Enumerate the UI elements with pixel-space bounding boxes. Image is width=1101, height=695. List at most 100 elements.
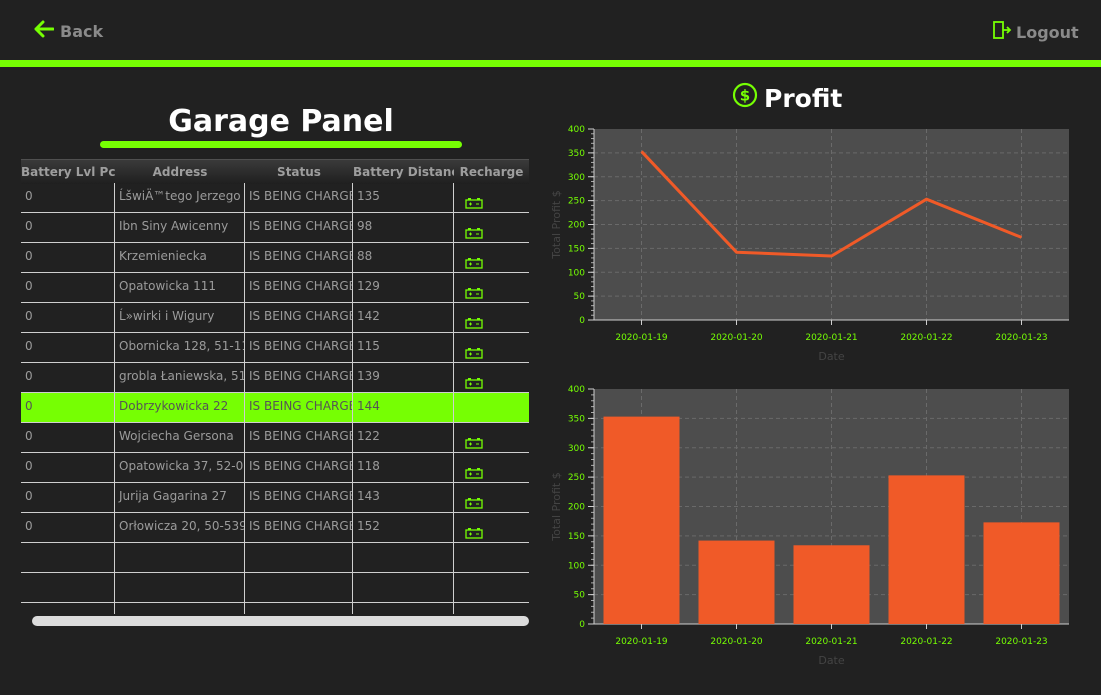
cell-address: Ibn Siny Awicenny [115,213,245,242]
battery-icon[interactable] [465,522,483,542]
garage-table: Battery Lvl Pct Address Status Battery Dist… [21,159,529,614]
garage-panel-title: Garage Panel [168,104,394,139]
back-label: Back [60,21,104,41]
table-row[interactable]: 0Jurija Gagarina 27IS BEING CHARGED143 [21,483,529,513]
x-axis-title: Date [818,350,845,363]
x-axis-title: Date [818,654,845,667]
profit-line-chart: 0 50 100 150 200 250 300 350 400 2020-01-19 2020-0… [550,125,1069,363]
battery-icon[interactable] [465,372,483,392]
battery-icon[interactable] [465,462,483,482]
cell-address: Ĺ»wirki i Wigury [115,303,245,332]
empty-cell [245,543,353,572]
arrow-left-icon [34,20,55,42]
y-tick-label: 100 [568,561,585,571]
cell-recharge [454,363,529,392]
cell-status: IS BEING CHARGED [245,483,353,512]
horizontal-scrollbar[interactable] [32,616,529,626]
x-tick-label: 2020-01-22 [900,637,952,647]
empty-cell [21,603,115,614]
y-tick-label: 350 [568,149,585,159]
cell-status: IS BEING CHARGED [245,513,353,542]
empty-table-row [21,543,529,573]
y-tick-label: 150 [568,244,585,254]
y-tick-label: 50 [574,292,586,302]
cell-battery-lvl-pct: 0 [21,513,115,542]
profit-bar [983,522,1060,624]
y-tick-label: 0 [579,316,585,326]
y-tick-label: 200 [568,503,585,513]
empty-cell [454,603,529,614]
y-tick-label: 250 [568,197,585,207]
battery-icon[interactable] [465,282,483,302]
cell-battery-lvl-pct: 0 [21,363,115,392]
table-row[interactable]: 0grobla Łaniewska, 51...IS BEING CHARGED… [21,363,529,393]
cell-recharge [454,273,529,302]
header-status[interactable]: Status [245,160,353,184]
battery-icon[interactable] [465,312,483,332]
battery-icon[interactable] [465,222,483,242]
empty-cell [353,573,454,602]
cell-battery-distance: 115 [353,333,454,362]
profit-label: Profit [764,83,843,113]
battery-icon[interactable] [465,192,483,212]
cell-battery-distance: 144 [353,393,454,422]
battery-icon[interactable] [465,432,483,452]
table-row[interactable]: 0Ibn Siny AwicennyIS BEING CHARGED98 [21,213,529,243]
header-battery-lvl[interactable]: Battery Lvl Pct [21,160,115,184]
cell-status: IS BEING CHARGED [245,453,353,482]
battery-icon[interactable] [465,342,483,362]
header-recharge[interactable]: Recharge [454,160,529,184]
cell-battery-lvl-pct: 0 [21,243,115,272]
empty-cell [115,543,245,572]
header-battery-distance[interactable]: Battery Distance [353,160,454,184]
y-tick-label: 300 [568,173,585,183]
table-row[interactable]: 0Dobrzykowicka 22IS BEING CHARGED144 [21,393,529,423]
table-row[interactable]: 0Ĺ»wirki i WiguryIS BEING CHARGED142 [21,303,529,333]
y-tick-label: 400 [568,385,585,395]
back-button[interactable]: Back [34,18,103,44]
empty-cell [21,543,115,572]
cell-recharge [454,243,529,272]
table-row[interactable]: 0ĹšwiÄ™tego Jerzego 21IS BEING CHARGED13… [21,183,529,213]
cell-battery-lvl-pct: 0 [21,423,115,452]
profit-bar [698,540,775,624]
cell-battery-lvl-pct: 0 [21,213,115,242]
table-row[interactable]: 0Opatowicka 111IS BEING CHARGED129 [21,273,529,303]
table-row[interactable]: 0Opatowicka 37, 52-0...IS BEING CHARGED1… [21,453,529,483]
y-tick-label: 200 [568,221,585,231]
logout-label: Logout [1016,22,1079,42]
cell-battery-distance: 88 [353,243,454,272]
cell-recharge [454,513,529,542]
cell-address: grobla Łaniewska, 51... [115,363,245,392]
y-axis-title: Total Profit $ [550,190,563,259]
table-row[interactable]: 0Obornicka 128, 51-11...IS BEING CHARGED… [21,333,529,363]
header-address[interactable]: Address [115,160,245,184]
cell-battery-lvl-pct: 0 [21,483,115,512]
title-underline [100,141,462,148]
cell-status: IS BEING CHARGED [245,303,353,332]
cell-recharge [454,183,529,212]
table-row[interactable]: 0KrzemienieckaIS BEING CHARGED88 [21,243,529,273]
battery-icon[interactable] [465,492,483,512]
profit-title: $ Profit [732,82,842,114]
empty-cell [353,543,454,572]
battery-icon[interactable] [465,252,483,272]
cell-battery-lvl-pct: 0 [21,453,115,482]
y-tick-label: 150 [568,532,585,542]
empty-cell [454,573,529,602]
cell-battery-distance: 152 [353,513,454,542]
cell-address: Opatowicka 37, 52-0... [115,453,245,482]
x-tick-label: 2020-01-21 [805,333,857,343]
y-axis-title: Total Profit $ [550,472,563,541]
table-row[interactable]: 0Wojciecha GersonaIS BEING CHARGED122 [21,423,529,453]
door-exit-icon [992,20,1012,44]
cell-status: IS BEING CHARGED [245,243,353,272]
x-tick-label: 2020-01-20 [710,333,763,343]
table-row[interactable]: 0Orłowicza 20, 50-539...IS BEING CHARGED… [21,513,529,543]
x-tick-label: 2020-01-21 [805,637,857,647]
cell-status: IS BEING CHARGED [245,213,353,242]
cell-status: IS BEING CHARGED [245,363,353,392]
cell-recharge [454,423,529,452]
cell-battery-distance: 98 [353,213,454,242]
logout-button[interactable]: Logout [992,20,1079,44]
